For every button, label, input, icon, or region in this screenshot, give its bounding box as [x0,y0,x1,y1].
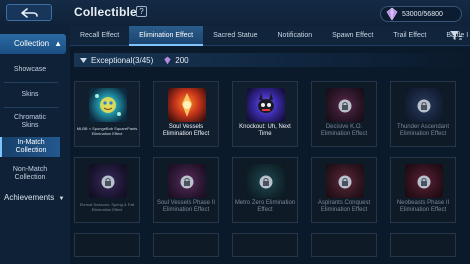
effect-card[interactable] [390,233,456,257]
spongebob-effect-icon [95,94,121,116]
effect-thumbnail [247,88,285,122]
chevron-up-icon: ▲ [54,39,62,48]
effect-card[interactable] [311,233,377,257]
tab-trail-effect[interactable]: Trail Effect [383,26,436,46]
tab-elimination-effect[interactable]: Elimination Effect [129,25,204,46]
effect-card[interactable]: Knockout: Uh, Next Time [232,81,298,147]
lock-icon [338,175,352,189]
effect-card[interactable]: Soul Vessels Elimination Effect [153,81,219,147]
effect-card[interactable]: Decisive K.O. Elimination Effect [311,81,377,147]
effect-card-label: Metro Zero Elimination Effect [234,200,296,213]
chevron-down-icon[interactable] [80,57,87,63]
sidebar-item-skins[interactable]: Skins [0,91,60,99]
sidebar: Collection ▲ Showcase Skins Chromatic Sk… [0,26,70,264]
collection-grid: Exceptional(3/45) 200 MLBB × SpongeBob S… [70,47,470,264]
effect-thumbnail [89,88,127,122]
soul-vessel-effect-icon [182,93,192,117]
sidebar-collection-label: Collection [14,39,50,48]
lock-icon [180,175,194,189]
effect-card[interactable]: MLBB × SpongeBob SquarePants Elimination… [74,81,140,147]
sidebar-item-non-match-collection[interactable]: Non-Match Collection [0,166,60,182]
collection-gem-icon [164,56,171,64]
lock-icon [259,175,273,189]
effect-card[interactable]: Soul Vessels Phase II Elimination Effect [153,157,219,223]
help-icon[interactable]: ? [136,6,147,17]
effect-card-label: Soul Vessels Phase II Elimination Effect [156,200,216,213]
section-header: Exceptional(3/45) 200 [74,53,466,67]
effect-card[interactable] [74,233,140,257]
effect-card-label: Neobeasts Phase II Elimination Effect [396,200,450,213]
knockout-effect-icon [258,93,274,113]
sidebar-divider [4,82,58,83]
tab-spawn-effect[interactable]: Spawn Effect [322,26,383,46]
effect-card[interactable]: Metro Zero Elimination Effect [232,157,298,223]
lock-icon [417,99,431,113]
tab-sacred-statue[interactable]: Sacred Statue [203,26,267,46]
lock-icon [101,175,115,189]
effect-card-label: Aspirants Conquest Elimination Effect [317,200,371,213]
lock-icon [417,175,431,189]
effect-card[interactable]: Eternal Seasons: Spring & Fall Eliminati… [74,157,140,223]
collection-gem-icon [386,7,398,21]
back-arrow-icon [21,7,38,18]
effect-card[interactable]: Aspirants Conquest Elimination Effect [311,157,377,223]
lock-icon [338,99,352,113]
sidebar-item-showcase[interactable]: Showcase [0,66,60,74]
tab-recall-effect[interactable]: Recall Effect [70,26,129,46]
top-bar: Collectible ? 53000/56800 [0,0,470,26]
sidebar-item-chromatic-skins[interactable]: Chromatic Skins [0,114,60,130]
effect-thumbnail [168,88,206,122]
effect-card-label: Soul Vessels Elimination Effect [162,124,210,137]
filter-icon[interactable] [450,31,462,41]
currency-display: 53000/56800 [380,6,462,22]
chevron-down-icon: ▼ [58,196,65,202]
currency-amount: 53000/56800 [402,10,443,18]
effect-card[interactable]: Thunder Ascendant Elimination Effect [390,81,456,147]
effect-card-label: Thunder Ascendant Elimination Effect [396,124,450,137]
back-button[interactable] [6,4,52,21]
effect-card-label: Eternal Seasons: Spring & Fall Eliminati… [79,202,135,212]
effect-card[interactable]: Neobeasts Phase II Elimination Effect [390,157,456,223]
sidebar-achievements[interactable]: Achievements ▼ [0,190,66,206]
tab-notification[interactable]: Notification [268,26,323,46]
effect-card[interactable] [232,233,298,257]
sidebar-achievements-label: Achievements [4,193,55,202]
page-title: Collectible [74,5,137,19]
sidebar-collection-header[interactable]: Collection ▲ [0,34,66,54]
effect-card[interactable] [153,233,219,257]
section-points: 200 [175,55,189,65]
section-title: Exceptional(3/45) [91,55,154,65]
effect-card-label: MLBB × SpongeBob SquarePants Elimination… [76,126,138,136]
sidebar-item-in-match-collection[interactable]: In-Match Collection [0,137,60,157]
tab-bar: Recall Effect Elimination Effect Sacred … [70,25,470,46]
effect-card-label: Decisive K.O. Elimination Effect [320,124,368,137]
sidebar-divider [4,107,58,108]
effect-card-label: Knockout: Uh, Next Time [239,124,291,137]
